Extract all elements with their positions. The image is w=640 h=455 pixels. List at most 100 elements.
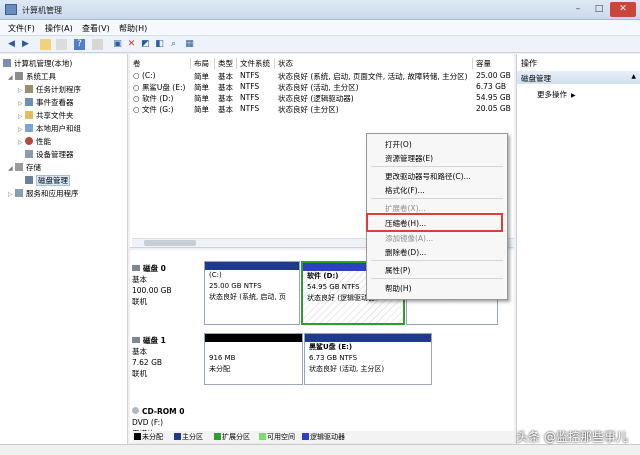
disk-1-size: 7.62 GB	[132, 358, 163, 367]
volume-layout: 简单	[194, 83, 209, 92]
expand-arrow-icon[interactable]: ◢	[8, 74, 15, 81]
volume-capacity: 54.95 GB	[476, 93, 511, 102]
menu-help[interactable]: 帮助(H)	[119, 23, 147, 34]
help-icon[interactable]: ?	[74, 39, 85, 50]
column-header-filesystem[interactable]: 文件系统	[237, 58, 275, 69]
forward-icon[interactable]: ▶	[20, 39, 31, 50]
volume-status: 状态良好 (活动, 主分区)	[278, 83, 359, 92]
column-header-type[interactable]: 类型	[215, 58, 237, 69]
minimize-button[interactable]: –	[568, 2, 588, 17]
volume-row[interactable]: ○ 黑鲨U盘 (E:) 简单 基本 NTFS 状态良好 (活动, 主分区) 6.…	[130, 82, 514, 93]
collapse-arrow-icon[interactable]: ▷	[18, 100, 25, 107]
volume-filesystem: NTFS	[240, 93, 260, 102]
volume-name: ○ 软件 (D:)	[133, 94, 174, 103]
partition-c-status: 状态良好 (系统, 启动, 页	[209, 293, 286, 301]
volume-row[interactable]: ○ 文件 (G:) 简单 基本 NTFS 状态良好 (主分区) 20.05 GB	[130, 104, 514, 115]
menu-item-add-mirror: 添加镜像(A)...	[385, 234, 434, 243]
partition-e[interactable]: 黑鲨U盘 (E:) 6.73 GB NTFS 状态良好 (活动, 主分区)	[304, 333, 432, 385]
more-actions-link[interactable]: 更多操作 ▶	[537, 89, 576, 100]
close-button[interactable]: ✕	[610, 2, 636, 17]
menu-view[interactable]: 查看(V)	[82, 23, 110, 34]
tree-item-task-scheduler[interactable]: ▷ 任务计划程序	[18, 84, 81, 95]
services-icon	[15, 189, 23, 197]
tree-item-local-users[interactable]: ▷ 本地用户和组	[18, 123, 81, 134]
menu-file[interactable]: 文件(F)	[8, 23, 35, 34]
tree-item-shared-folders[interactable]: ▷ 共享文件夹	[18, 110, 74, 121]
column-header-capacity[interactable]: 容量	[473, 58, 514, 69]
column-header-layout[interactable]: 布局	[191, 58, 215, 69]
column-header-status[interactable]: 状态	[275, 58, 473, 69]
volume-filesystem: NTFS	[240, 71, 260, 80]
show-tree-icon[interactable]	[56, 39, 67, 50]
export-icon[interactable]: ◩	[140, 39, 151, 50]
actions-section-disk-management[interactable]: 磁盘管理 ▲	[517, 71, 640, 84]
chevron-right-icon: ▶	[571, 92, 576, 99]
volume-layout: 简单	[194, 72, 209, 81]
partition-c[interactable]: (C:) 25.00 GB NTFS 状态良好 (系统, 启动, 页	[204, 261, 300, 325]
tree-item-disk-management[interactable]: 磁盘管理	[25, 175, 70, 186]
collapse-arrow-icon[interactable]: ▷	[18, 139, 25, 146]
maximize-button[interactable]: □	[589, 2, 609, 17]
partition-unallocated[interactable]: 916 MB 未分配	[204, 333, 303, 385]
properties-icon[interactable]: ▣	[112, 39, 123, 50]
legend-swatch	[214, 433, 221, 440]
disk-1-info[interactable]: 磁盘 1 基本 7.62 GB 联机	[132, 335, 204, 379]
cdrom-0-type: DVD (F:)	[132, 418, 164, 427]
tree-item-services[interactable]: ▷ 服务和应用程序	[8, 188, 79, 199]
disk-0-size: 100.00 GB	[132, 286, 172, 295]
users-icon	[25, 124, 33, 132]
status-bar	[0, 444, 640, 455]
shared-folder-icon	[25, 111, 33, 119]
legend-swatch	[302, 433, 309, 440]
tree-item-performance[interactable]: ▷ 性能	[18, 136, 51, 147]
menu-item-delete-volume[interactable]: 删除卷(D)...	[385, 247, 426, 258]
volume-type: 基本	[218, 94, 233, 103]
volume-name: ○ (C:)	[133, 71, 156, 80]
tree-item-storage[interactable]: ◢ 存储	[8, 162, 41, 173]
tree-item-system-tools[interactable]: ◢ 系统工具	[8, 71, 56, 82]
expand-arrow-icon[interactable]: ◢	[8, 165, 15, 172]
window-title: 计算机管理	[22, 6, 62, 15]
menu-item-change-drive-letter[interactable]: 更改驱动器号和路径(C)...	[385, 171, 471, 182]
delete-icon[interactable]: ✕	[126, 39, 137, 50]
collapse-arrow-icon[interactable]: ▷	[18, 113, 25, 120]
legend-swatch	[259, 433, 266, 440]
copy-icon[interactable]: ◧	[154, 39, 165, 50]
menu-separator	[371, 198, 503, 199]
refresh-icon[interactable]: ▦	[184, 39, 195, 50]
disk-management-icon	[25, 176, 33, 184]
menu-item-open[interactable]: 打开(O)	[385, 139, 412, 150]
menu-action[interactable]: 操作(A)	[45, 23, 73, 34]
volume-row[interactable]: ○ 软件 (D:) 简单 基本 NTFS 状态良好 (逻辑驱动器) 54.95 …	[130, 93, 514, 104]
actions-header: 操作	[521, 59, 537, 68]
tree-item-root[interactable]: 计算机管理(本地)	[3, 58, 72, 69]
partition-legend: 未分配 主分区 扩展分区 可用空间 逻辑驱动器	[132, 431, 514, 442]
computer-management-window: 计算机管理 – □ ✕ 文件(F) 操作(A) 查看(V) 帮助(H) ◀ ▶ …	[0, 0, 640, 455]
collapse-up-icon[interactable]: ▲	[631, 73, 636, 80]
volume-status: 状态良好 (系统, 启动, 页面文件, 活动, 故障转储, 主分区)	[278, 72, 468, 81]
menu-item-properties[interactable]: 属性(P)	[385, 265, 410, 276]
partition-e-size: 6.73 GB NTFS	[309, 354, 358, 362]
tree-item-device-manager[interactable]: 设备管理器	[25, 149, 74, 160]
column-header-volume[interactable]: 卷	[130, 58, 191, 69]
menu-item-format[interactable]: 格式化(F)...	[385, 185, 425, 196]
collapse-arrow-icon[interactable]: ▷	[8, 191, 15, 198]
tools-icon	[15, 72, 23, 80]
collapse-arrow-icon[interactable]: ▷	[18, 87, 25, 94]
menu-separator	[371, 260, 503, 261]
shrink-volume-highlight	[366, 213, 503, 232]
search-icon[interactable]: ⌕	[168, 39, 179, 50]
up-folder-icon[interactable]	[40, 39, 51, 50]
scrollbar-thumb[interactable]	[144, 240, 196, 246]
collapse-arrow-icon[interactable]: ▷	[18, 126, 25, 133]
performance-icon	[25, 137, 33, 145]
volume-row[interactable]: ○ (C:) 简单 基本 NTFS 状态良好 (系统, 启动, 页面文件, 活动…	[130, 71, 514, 82]
back-icon[interactable]: ◀	[6, 39, 17, 50]
menu-item-explorer[interactable]: 资源管理器(E)	[385, 153, 433, 164]
menu-item-help[interactable]: 帮助(H)	[385, 283, 412, 294]
menu-separator	[371, 166, 503, 167]
tree-item-event-viewer[interactable]: ▷ 事件查看器	[18, 97, 74, 108]
disk-0-info[interactable]: 磁盘 0 基本 100.00 GB 联机	[132, 263, 204, 307]
primary-partition-bar	[205, 262, 299, 270]
view-icon[interactable]	[92, 39, 103, 50]
